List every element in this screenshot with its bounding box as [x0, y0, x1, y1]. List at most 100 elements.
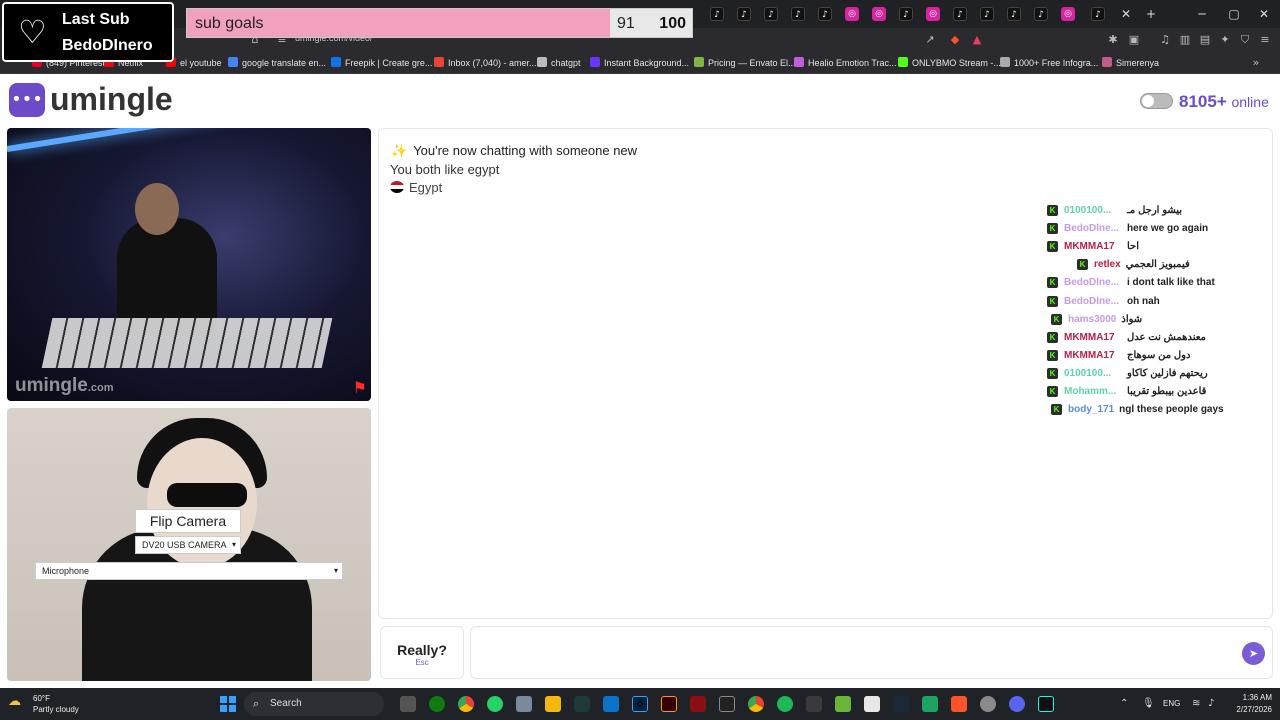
bookmark-item[interactable]: Simerenya — [1102, 57, 1159, 68]
tiktok-tab-icon[interactable]: ♪ — [791, 7, 805, 21]
brave-icon[interactable] — [951, 696, 967, 712]
report-flag-icon[interactable]: ⚑ — [353, 378, 367, 397]
chat-username[interactable]: body_171 — [1068, 404, 1114, 415]
flip-camera-button[interactable]: Flip Camera — [135, 509, 241, 533]
chat-username[interactable]: BedoDlne... — [1064, 277, 1122, 288]
chat-username[interactable]: 0100100... — [1064, 368, 1122, 379]
file-explorer-icon[interactable] — [545, 696, 561, 712]
store-icon[interactable] — [603, 696, 619, 712]
app-dark-icon[interactable] — [806, 696, 822, 712]
photoshop-icon[interactable] — [632, 696, 648, 712]
taskbar-search[interactable]: ⌕ Search — [244, 692, 384, 716]
chevron-right-icon[interactable]: » — [1249, 56, 1263, 70]
ai-icon[interactable]: ✦ — [1218, 33, 1232, 47]
send-icon[interactable]: ➤ — [1242, 642, 1265, 665]
chrome-icon[interactable] — [458, 696, 474, 712]
instagram-tab-icon[interactable]: ◎ — [1061, 7, 1075, 21]
xbox-icon[interactable] — [429, 696, 445, 712]
weather-widget[interactable]: ☁ 60°F Partly cloudy — [8, 693, 79, 715]
bookmark-item[interactable]: Instant Background... — [590, 57, 689, 68]
tiktok-tab-icon[interactable]: ♪ — [1007, 7, 1021, 21]
task-view-icon[interactable] — [400, 696, 416, 712]
app-red-icon[interactable] — [690, 696, 706, 712]
bookmark-item[interactable]: Inbox (7,040) - amer... — [434, 57, 537, 68]
instagram-tab-icon[interactable]: ◎ — [872, 7, 886, 21]
app-green-icon[interactable] — [835, 696, 851, 712]
whatsapp-icon[interactable] — [487, 696, 503, 712]
discord-icon[interactable] — [1009, 696, 1025, 712]
music-icon[interactable]: ♫ — [1158, 33, 1172, 47]
tiktok-tab-icon[interactable]: ♪ — [710, 7, 724, 21]
bookmark-item[interactable]: google translate en... — [228, 57, 326, 68]
microphone-icon[interactable]: 🎙 — [1142, 698, 1155, 709]
rewards-icon[interactable]: ▲ — [970, 33, 984, 47]
tiktok-tab-icon[interactable]: ♪ — [737, 7, 751, 21]
message-input[interactable]: ➤ — [470, 626, 1273, 679]
chat-username[interactable]: MKMMA17 — [1064, 350, 1122, 361]
epic-games-icon[interactable] — [719, 696, 735, 712]
bookmark-item[interactable]: Freepik | Create gre... — [331, 57, 432, 68]
menu-icon[interactable]: ≡ — [1258, 33, 1272, 47]
illustrator-icon[interactable] — [661, 696, 677, 712]
clock[interactable]: 1:36 AM 2/27/2026 — [1236, 692, 1272, 716]
chevron-up-icon[interactable]: ⌃ — [1120, 698, 1128, 709]
skip-button[interactable]: Really? Esc — [380, 626, 464, 679]
tiktok-tab-icon[interactable]: ♪ — [1091, 7, 1105, 21]
tiktok-tab-icon[interactable]: ♪ — [899, 7, 913, 21]
chat-username[interactable]: BedoDlne... — [1064, 296, 1122, 307]
settings-icon[interactable] — [980, 696, 996, 712]
bookmark-item[interactable]: el youtube — [166, 57, 222, 68]
microphone-select[interactable]: Microphone ▾ — [35, 562, 343, 580]
close-window-icon[interactable]: ✕ — [1254, 4, 1274, 24]
tiktok-tab-icon[interactable]: ♪ — [818, 7, 832, 21]
close-tab-icon[interactable]: ✕ — [1116, 4, 1136, 24]
windows-start-icon[interactable] — [220, 696, 236, 712]
tiktok-icon[interactable] — [1038, 696, 1054, 712]
language-indicator[interactable]: ENG — [1163, 699, 1180, 708]
terminal-icon[interactable] — [574, 696, 590, 712]
maximize-icon[interactable]: ▢ — [1224, 4, 1244, 24]
volume-icon[interactable]: ♪ — [1208, 698, 1214, 709]
instagram-tab-icon[interactable]: ◎ — [845, 7, 859, 21]
dark-mode-toggle[interactable] — [1140, 93, 1173, 109]
bookmark-label: Freepik | Create gre... — [345, 58, 433, 68]
instagram-tab-icon[interactable]: ◎ — [926, 7, 940, 21]
camera-app-icon[interactable] — [516, 696, 532, 712]
camera-select[interactable]: DV20 USB CAMERA ▾ — [135, 536, 241, 554]
extensions-icon[interactable]: ✱ — [1106, 33, 1120, 47]
steam-icon[interactable] — [893, 696, 909, 712]
bookmark-item[interactable]: ONLYBMO Stream -... — [898, 57, 1001, 68]
vpn-icon[interactable]: ⛉ — [1238, 33, 1252, 47]
chat-username[interactable]: retlex — [1094, 259, 1121, 270]
app-white-icon[interactable] — [864, 696, 880, 712]
bookmark-item[interactable]: Pricing — Envato El... — [694, 57, 796, 68]
logo-text[interactable]: umingle — [50, 81, 173, 118]
app-teal-icon[interactable] — [922, 696, 938, 712]
wallet-icon[interactable]: ▤ — [1198, 33, 1212, 47]
chat-message: K MKMMA17 معندهمش نت عدل — [1047, 331, 1206, 350]
spotify-icon[interactable] — [777, 696, 793, 712]
tiktok-tab-icon[interactable]: ♪ — [764, 7, 778, 21]
chat-username[interactable]: 0100100... — [1064, 205, 1122, 216]
chat-username[interactable]: Mohamm... — [1064, 386, 1122, 397]
share-icon[interactable]: ↗ — [923, 33, 937, 47]
chrome-icon-2[interactable] — [748, 696, 764, 712]
tiktok-tab-icon[interactable]: ♪ — [953, 7, 967, 21]
bookmark-item[interactable]: 1000+ Free Infogra... — [1000, 57, 1098, 68]
chat-username[interactable]: MKMMA17 — [1064, 332, 1122, 343]
sidebar-icon[interactable]: ▥ — [1178, 33, 1192, 47]
media-icon[interactable]: ▣ — [1127, 33, 1141, 47]
bookmark-item[interactable]: Healio Emotion Trac... — [794, 57, 897, 68]
chat-username[interactable]: hams3000 — [1068, 314, 1116, 325]
tiktok-tab-icon[interactable]: ♪ — [980, 7, 994, 21]
tiktok-tab-icon[interactable]: ♪ — [1034, 7, 1048, 21]
brave-shield-icon[interactable]: ◆ — [948, 33, 962, 47]
new-tab-icon[interactable]: + — [1141, 4, 1161, 24]
bookmark-item[interactable]: chatgpt — [537, 57, 581, 68]
logo-chat-icon[interactable]: ••• — [9, 83, 45, 117]
minimize-icon[interactable]: ─ — [1192, 4, 1212, 24]
chat-username[interactable]: MKMMA17 — [1064, 241, 1122, 252]
wifi-icon[interactable]: ≋ — [1192, 698, 1200, 709]
chat-username[interactable]: BedoDlne... — [1064, 223, 1122, 234]
chat-text: معندهمش نت عدل — [1127, 331, 1206, 343]
